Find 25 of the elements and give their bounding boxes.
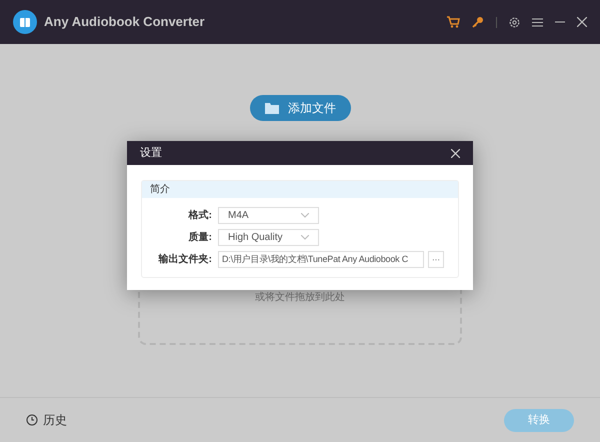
minimize-icon[interactable] (555, 21, 565, 23)
chevron-down-icon (301, 213, 309, 218)
close-icon[interactable] (451, 148, 460, 158)
field-label: 格式: (187, 208, 213, 223)
menu-icon[interactable] (532, 18, 543, 26)
close-icon[interactable] (577, 17, 587, 27)
field-label: 输出文件夹: (157, 252, 213, 267)
folder-icon (264, 102, 280, 114)
cart-icon[interactable] (447, 16, 460, 28)
clock-icon (26, 414, 38, 426)
window-title: Any Audiobook Converter (44, 13, 205, 32)
dialog-title: 设置 (140, 146, 162, 161)
dropdown[interactable]: High Quality (218, 229, 319, 246)
dropdown[interactable]: M4A (218, 207, 319, 224)
browse-button[interactable]: ··· (428, 251, 444, 268)
settings-icon[interactable] (509, 16, 520, 28)
book-logo-icon (13, 10, 37, 34)
section-title: 简介 (150, 183, 170, 197)
field-label: 质量: (188, 230, 213, 245)
history-button[interactable]: 历史 (26, 411, 67, 429)
chevron-down-icon (301, 235, 309, 240)
key-icon[interactable] (472, 16, 484, 28)
drop-hint: 或将文件拖放到此处 (255, 290, 345, 305)
folder-path-field[interactable]: D:\用户目录\我的文档\TunePat Any Audiobook C (218, 251, 424, 268)
add-file-button[interactable]: 添加文件 (250, 95, 350, 121)
